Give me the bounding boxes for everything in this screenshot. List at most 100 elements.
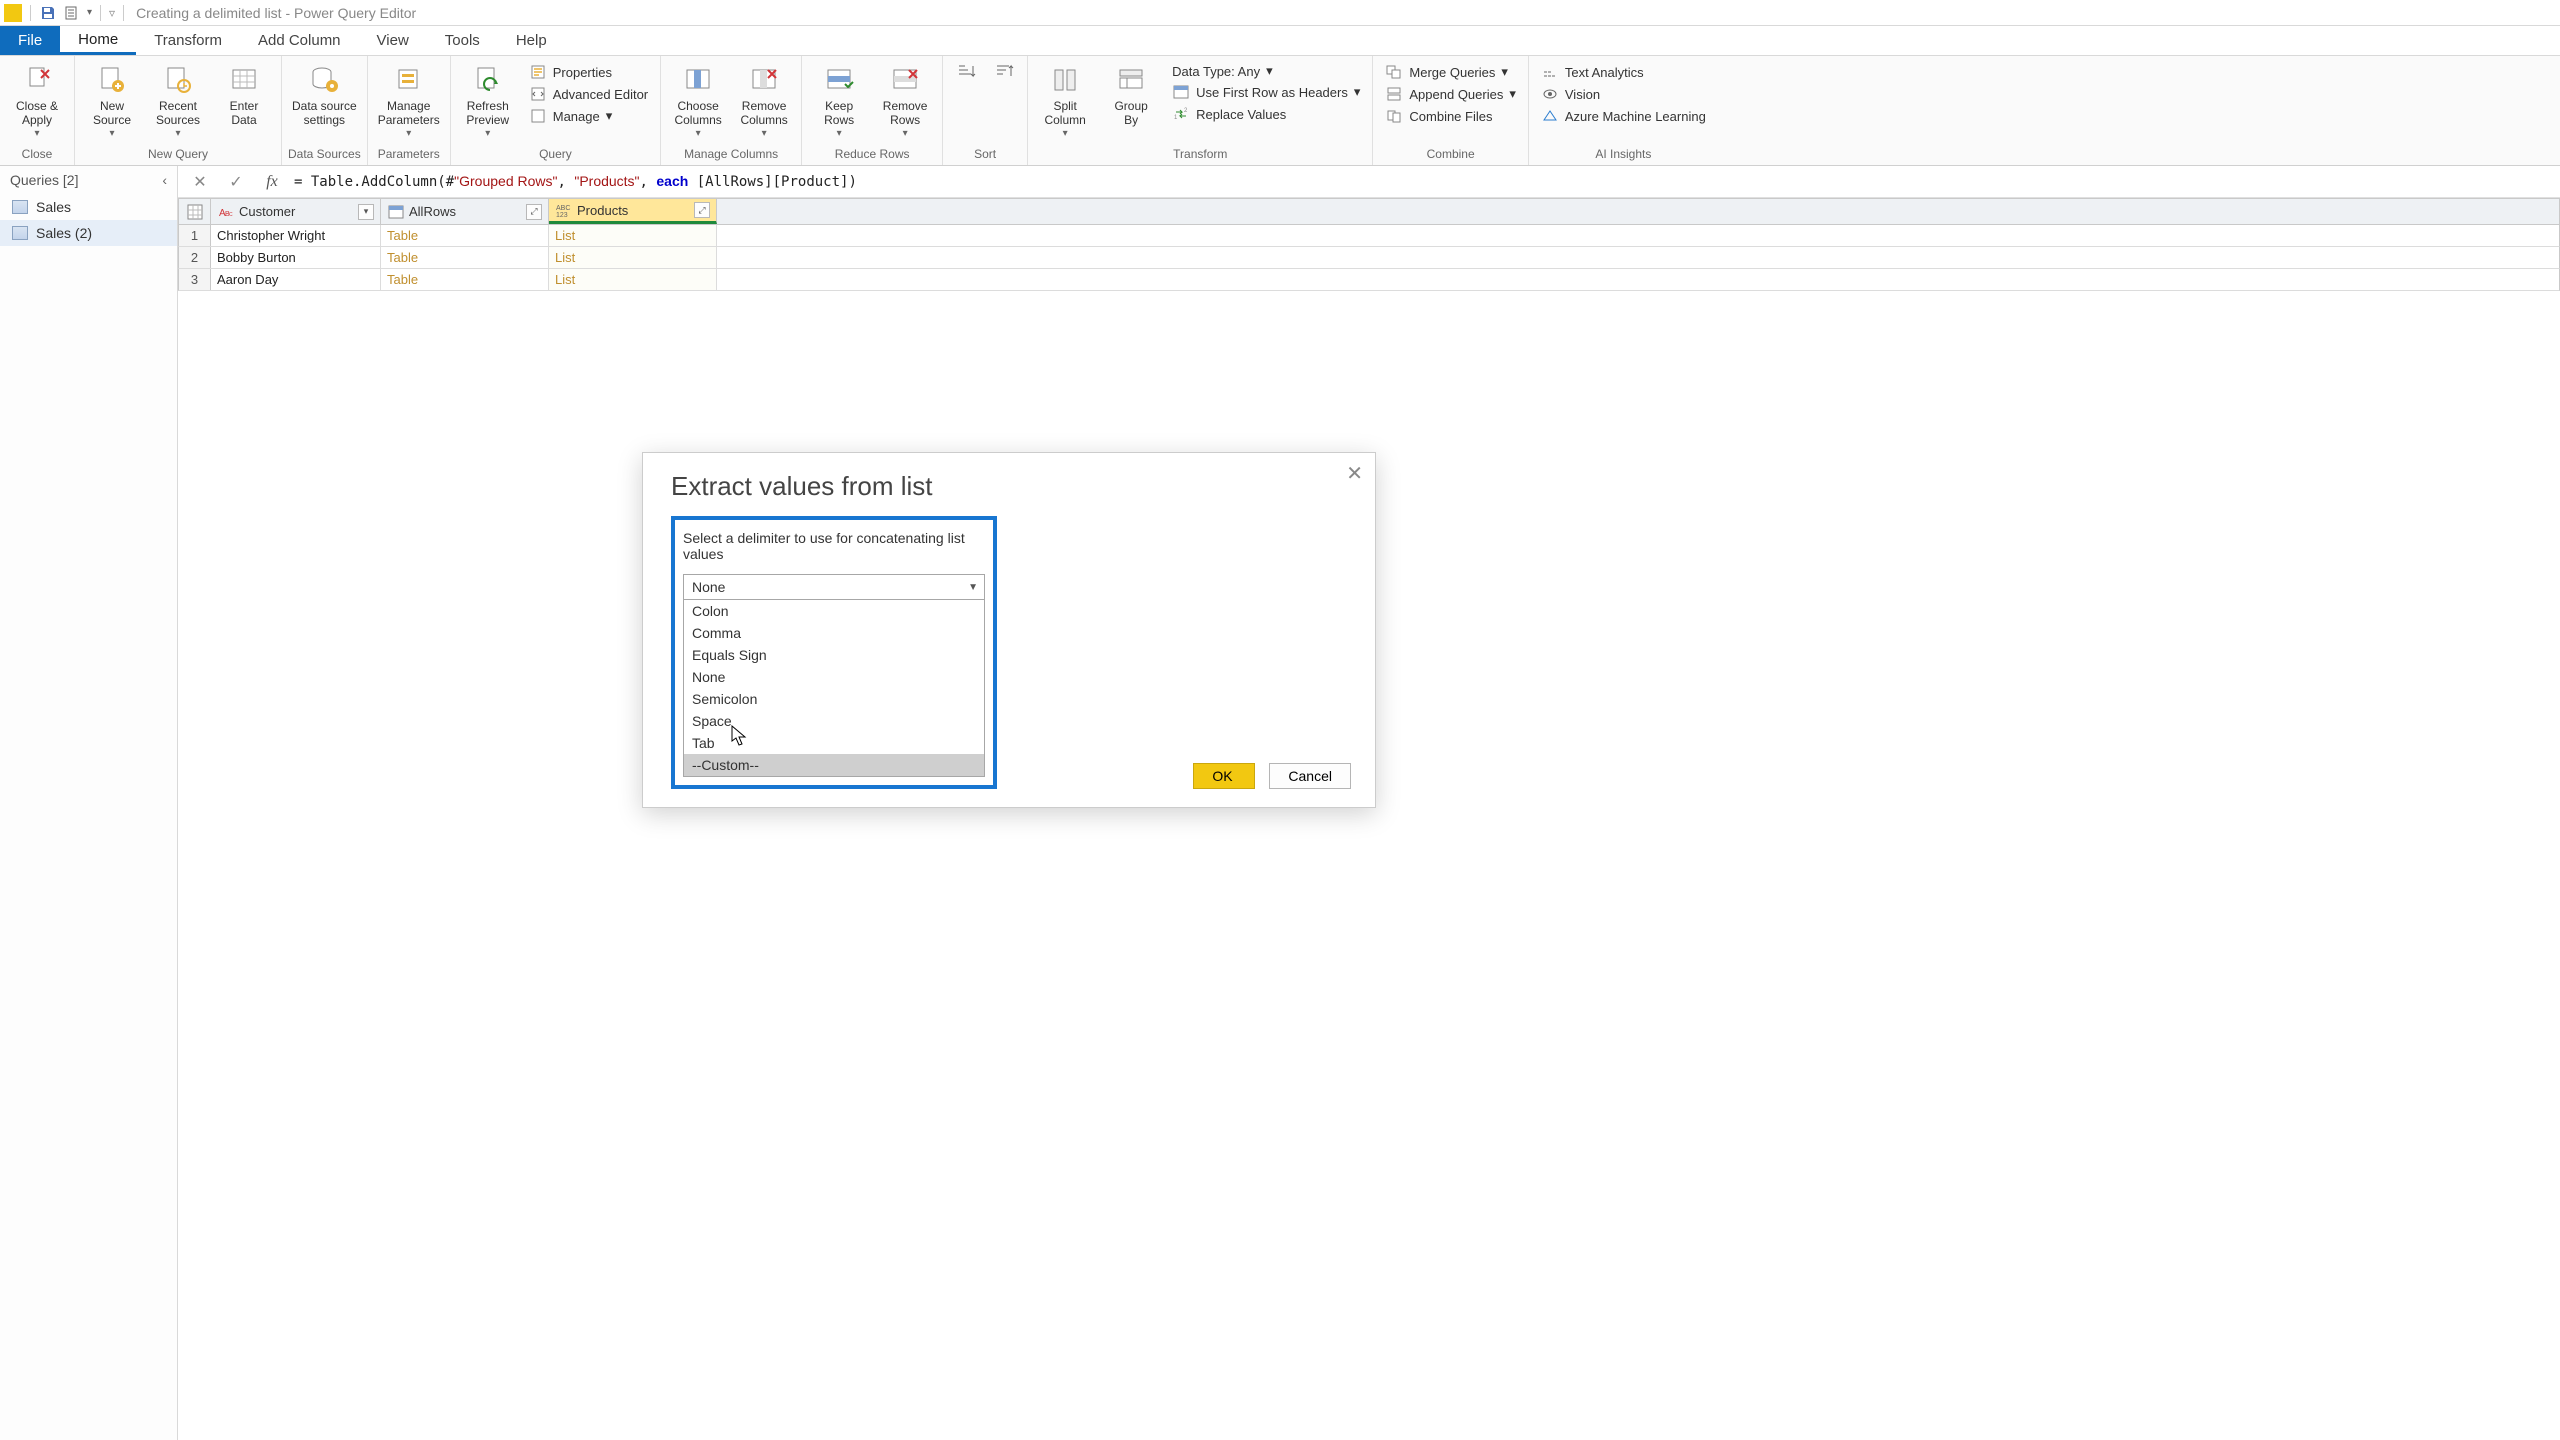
new-source-button[interactable]: New Source▾	[81, 60, 143, 141]
data-grid: ABC Customer ▾ AllRows ⤢ ABC123 Products…	[178, 198, 2560, 291]
filter-dropdown-icon[interactable]: ▾	[358, 204, 374, 220]
remove-columns-button[interactable]: Remove Columns▾	[733, 60, 795, 141]
merge-queries-button[interactable]: Merge Queries ▾	[1379, 62, 1521, 82]
advanced-editor-button[interactable]: Advanced Editor	[523, 84, 654, 104]
azure-ml-button[interactable]: Azure Machine Learning	[1535, 106, 1712, 126]
cancel-button[interactable]: Cancel	[1269, 763, 1351, 789]
sort-desc-icon	[994, 62, 1014, 82]
first-row-headers-button[interactable]: Use First Row as Headers ▾	[1166, 82, 1366, 102]
close-apply-icon	[19, 62, 55, 98]
azure-ml-icon	[1541, 107, 1559, 125]
text-analytics-button[interactable]: Text Analytics	[1535, 62, 1712, 82]
text-type-icon: ABC	[217, 204, 235, 220]
group-by-button[interactable]: Group By	[1100, 60, 1162, 130]
manage-button[interactable]: Manage ▾	[523, 106, 654, 126]
remove-columns-icon	[746, 62, 782, 98]
data-source-settings-icon	[306, 62, 342, 98]
window-title: Creating a delimited list - Power Query …	[136, 5, 416, 21]
dialog-prompt: Select a delimiter to use for concatenat…	[683, 530, 985, 562]
delimiter-option[interactable]: Space	[684, 710, 984, 732]
tab-home[interactable]: Home	[60, 26, 136, 55]
table-row[interactable]: 1 Christopher Wright Table List	[178, 225, 2560, 247]
delimiter-option[interactable]: None	[684, 666, 984, 688]
column-header-allrows[interactable]: AllRows ⤢	[381, 199, 549, 224]
dialog-title: Extract values from list	[671, 471, 1351, 502]
column-header-customer[interactable]: ABC Customer ▾	[211, 199, 381, 224]
svg-text:C: C	[229, 212, 233, 218]
column-header-products[interactable]: ABC123 Products ⤢	[549, 199, 717, 224]
split-column-icon	[1047, 62, 1083, 98]
combine-files-icon	[1385, 107, 1403, 125]
cancel-formula-button[interactable]: ✕	[186, 170, 214, 194]
fx-icon[interactable]: fx	[258, 170, 286, 194]
remove-rows-icon	[887, 62, 923, 98]
merge-queries-icon	[1385, 63, 1403, 81]
append-queries-button[interactable]: Append Queries ▾	[1379, 84, 1521, 104]
replace-values-icon: 12	[1172, 105, 1190, 123]
data-type-button[interactable]: Data Type: Any ▾	[1166, 62, 1366, 80]
svg-text:2: 2	[1184, 108, 1188, 114]
delimiter-option-custom[interactable]: --Custom--	[684, 754, 984, 776]
save-icon[interactable]	[39, 4, 57, 22]
refresh-preview-button[interactable]: Refresh Preview▾	[457, 60, 519, 141]
append-queries-icon	[1385, 85, 1403, 103]
title-bar: ▾ ▿ Creating a delimited list - Power Qu…	[0, 0, 2560, 26]
query-item-sales[interactable]: Sales	[0, 194, 177, 220]
remove-rows-button[interactable]: Remove Rows▾	[874, 60, 936, 141]
delimiter-option[interactable]: Equals Sign	[684, 644, 984, 666]
delimiter-option[interactable]: Comma	[684, 622, 984, 644]
tab-tools[interactable]: Tools	[427, 26, 498, 55]
queries-header[interactable]: Queries [2] ‹	[0, 166, 177, 194]
commit-formula-button[interactable]: ✓	[222, 170, 250, 194]
tab-transform[interactable]: Transform	[136, 26, 240, 55]
ok-button[interactable]: OK	[1193, 763, 1255, 789]
undo-dropdown-icon[interactable]	[63, 4, 81, 22]
tab-view[interactable]: View	[359, 26, 427, 55]
data-source-settings-button[interactable]: Data source settings	[288, 60, 361, 130]
close-apply-button[interactable]: Close & Apply▾	[6, 60, 68, 141]
properties-button[interactable]: Properties	[523, 62, 654, 82]
delimiter-option[interactable]: Tab	[684, 732, 984, 754]
collapse-chevron-icon[interactable]: ‹	[162, 172, 167, 188]
keep-rows-button[interactable]: Keep Rows▾	[808, 60, 870, 141]
choose-columns-button[interactable]: Choose Columns▾	[667, 60, 729, 141]
recent-sources-button[interactable]: Recent Sources▾	[147, 60, 209, 141]
split-column-button[interactable]: Split Column▾	[1034, 60, 1096, 141]
any-type-icon: ABC123	[555, 202, 573, 218]
formula-text[interactable]: = Table.AddColumn(#"Grouped Rows", "Prod…	[294, 173, 857, 190]
replace-values-button[interactable]: 12Replace Values	[1166, 104, 1366, 124]
sort-asc-button[interactable]	[949, 60, 983, 86]
enter-data-button[interactable]: Enter Data	[213, 60, 275, 130]
keep-rows-icon	[821, 62, 857, 98]
refresh-icon	[470, 62, 506, 98]
manage-parameters-button[interactable]: Manage Parameters▾	[374, 60, 444, 141]
sort-desc-button[interactable]	[987, 60, 1021, 86]
expand-dropdown-icon[interactable]: ⤢	[526, 204, 542, 220]
delimiter-option[interactable]: Colon	[684, 600, 984, 622]
expand-dropdown-icon[interactable]: ⤢	[694, 202, 710, 218]
vision-button[interactable]: Vision	[1535, 84, 1712, 104]
advanced-editor-icon	[529, 85, 547, 103]
close-icon[interactable]: ✕	[1346, 461, 1363, 486]
delimiter-option[interactable]: Semicolon	[684, 688, 984, 710]
dropdown-caret-icon: ▼	[968, 582, 978, 593]
table-row[interactable]: 2 Bobby Burton Table List	[178, 247, 2560, 269]
table-row[interactable]: 3 Aaron Day Table List	[178, 269, 2560, 291]
query-item-sales2[interactable]: Sales (2)	[0, 220, 177, 246]
enter-data-icon	[226, 62, 262, 98]
close-apply-label: Close & Apply	[16, 100, 58, 128]
delimiter-select[interactable]: None ▼	[683, 574, 985, 600]
tab-file[interactable]: File	[0, 26, 60, 55]
tab-add-column[interactable]: Add Column	[240, 26, 359, 55]
sort-asc-icon	[956, 62, 976, 82]
svg-text:123: 123	[556, 212, 568, 218]
recent-sources-icon	[160, 62, 196, 98]
svg-text:1: 1	[1174, 115, 1178, 121]
properties-icon	[529, 63, 547, 81]
extract-values-dialog: ✕ Extract values from list Select a deli…	[642, 452, 1376, 808]
tab-help[interactable]: Help	[498, 26, 565, 55]
combine-files-button[interactable]: Combine Files	[1379, 106, 1521, 126]
table-options-button[interactable]	[179, 199, 211, 224]
first-row-icon	[1172, 83, 1190, 101]
manage-icon	[529, 107, 547, 125]
